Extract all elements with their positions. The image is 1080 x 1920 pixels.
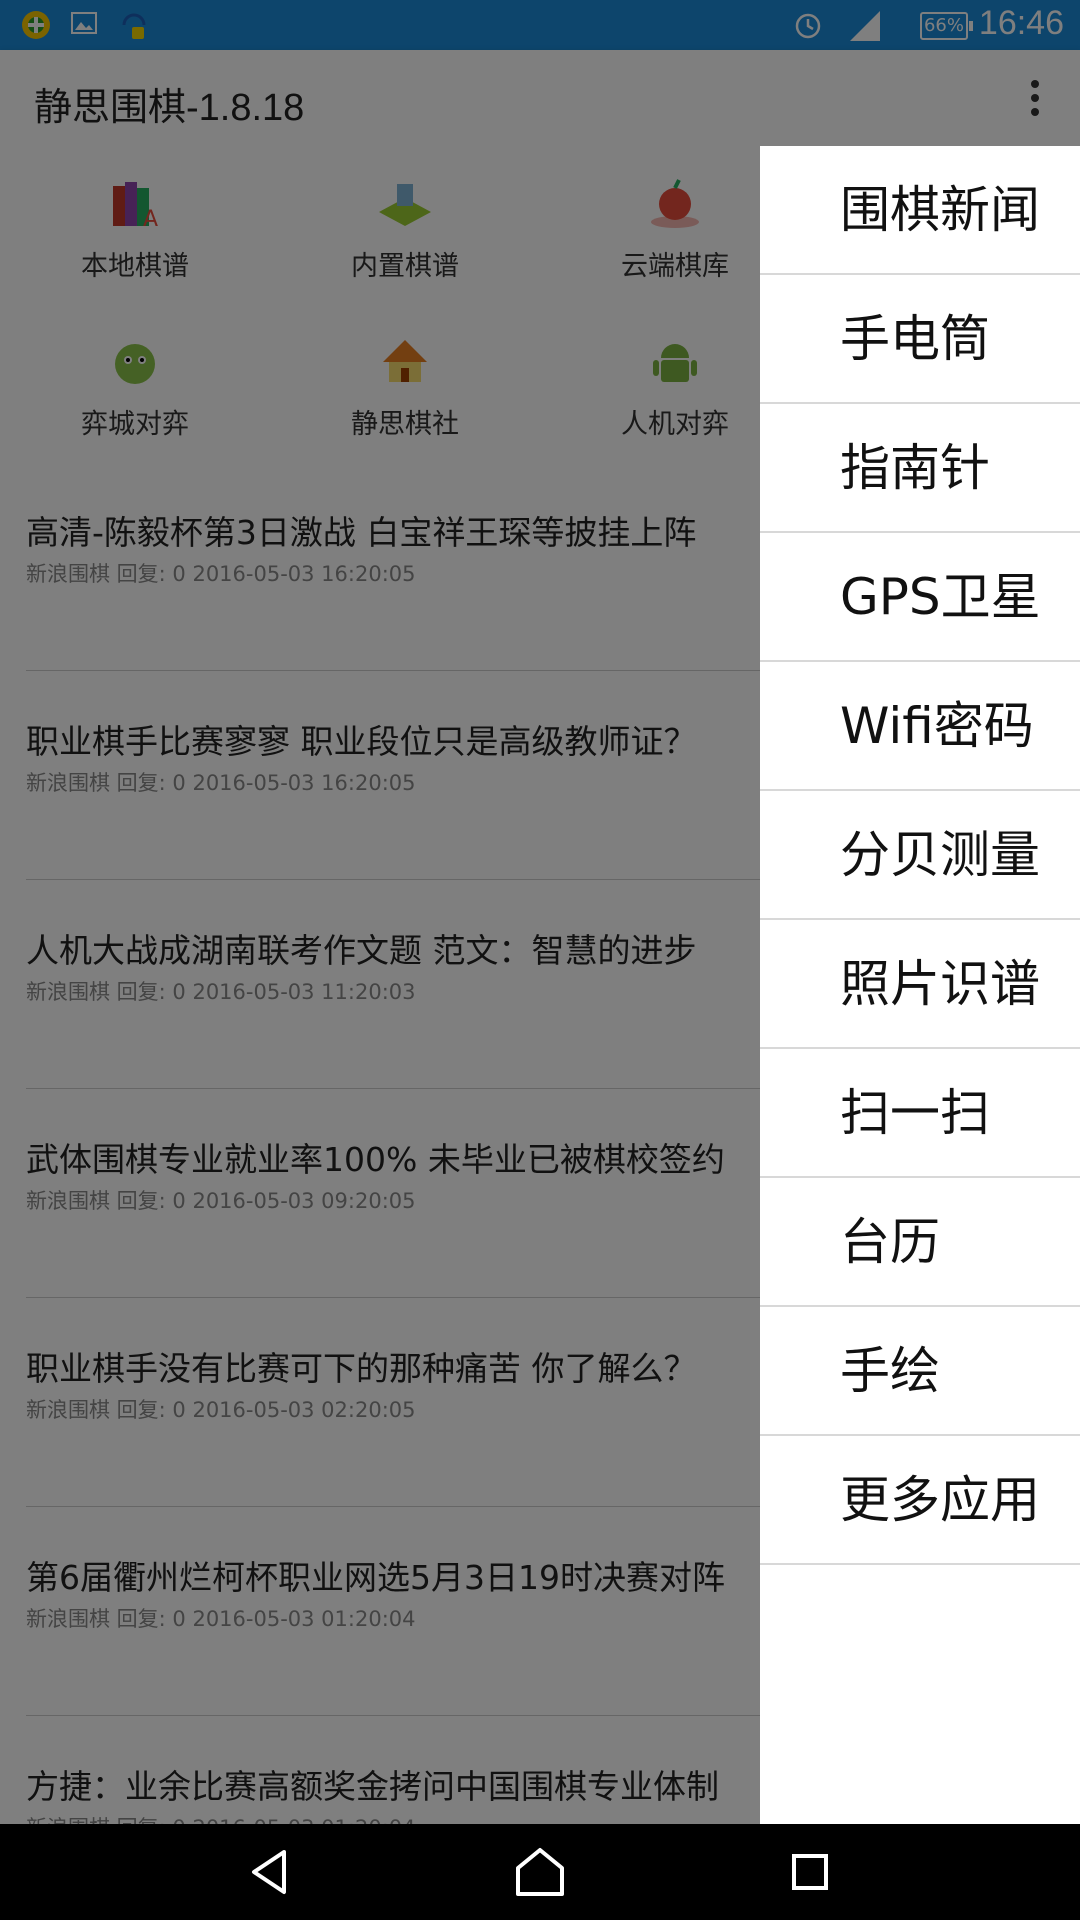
- home-icon[interactable]: [512, 1844, 568, 1900]
- menu-item-more-apps[interactable]: 更多应用: [760, 1436, 1080, 1565]
- menu-item-scan[interactable]: 扫一扫: [760, 1049, 1080, 1178]
- menu-item-photo-recognize[interactable]: 照片识谱: [760, 920, 1080, 1049]
- menu-item-go-news[interactable]: 围棋新闻: [760, 146, 1080, 275]
- menu-item-compass[interactable]: 指南针: [760, 404, 1080, 533]
- overflow-menu: 围棋新闻 手电筒 指南针 GPS卫星 Wifi密码 分贝测量 照片识谱 扫一扫 …: [760, 146, 1080, 1824]
- menu-item-wifi-password[interactable]: Wifi密码: [760, 662, 1080, 791]
- menu-item-calendar[interactable]: 台历: [760, 1178, 1080, 1307]
- menu-item-decibel[interactable]: 分贝测量: [760, 791, 1080, 920]
- menu-item-drawing[interactable]: 手绘: [760, 1307, 1080, 1436]
- menu-item-flashlight[interactable]: 手电筒: [760, 275, 1080, 404]
- menu-item-gps[interactable]: GPS卫星: [760, 533, 1080, 662]
- recents-icon[interactable]: [782, 1844, 838, 1900]
- back-icon[interactable]: [242, 1844, 298, 1900]
- navigation-bar: [0, 1824, 1080, 1920]
